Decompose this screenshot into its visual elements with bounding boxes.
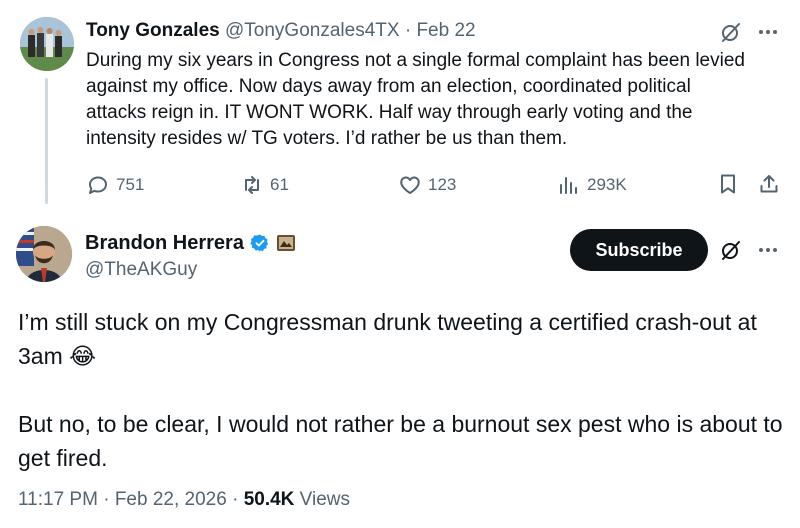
parent-tweet-header: Tony Gonzales @TonyGonzales4TX · Feb 22 (86, 19, 476, 43)
thread-line (45, 78, 48, 204)
author-handle[interactable]: @TonyGonzales4TX (225, 20, 400, 41)
grok-icon[interactable] (719, 20, 743, 44)
avatar[interactable] (16, 226, 72, 282)
reply-button[interactable]: 751 (86, 173, 144, 197)
repost-button[interactable]: 61 (240, 173, 289, 197)
views-button[interactable]: 293K (557, 173, 627, 197)
like-count: 123 (428, 175, 457, 194)
more-icon[interactable] (755, 20, 781, 44)
view-count: 50.4K (243, 489, 295, 510)
like-button[interactable]: 123 (398, 173, 456, 197)
tweet-date[interactable]: Feb 22, 2026 (115, 489, 227, 510)
tweet-date[interactable]: Feb 22 (416, 20, 475, 41)
repost-count: 61 (270, 175, 289, 194)
tweet-meta: 11:17 PM · Feb 22, 2026 · 50.4K Views (18, 487, 350, 513)
tweet-text: I’m still stuck on my Congressman drunk … (18, 305, 788, 509)
author-name[interactable]: Tony Gonzales (86, 20, 220, 41)
author-name-row: Brandon Herrera (85, 231, 296, 255)
bookmark-icon[interactable] (716, 172, 740, 196)
tweet-paragraph: But no, to be clear, I would not rather … (18, 411, 783, 471)
verified-badge-icon[interactable] (250, 233, 270, 253)
separator-dot: · (103, 489, 110, 510)
views-icon (560, 177, 577, 194)
author-handle[interactable]: @TheAKGuy (85, 258, 197, 282)
reply-icon (89, 176, 107, 194)
separator-dot: · (232, 489, 239, 510)
more-icon[interactable] (755, 238, 781, 262)
tweet-paragraph: I’m still stuck on my Congressman drunk … (18, 309, 757, 369)
avatar[interactable] (20, 17, 74, 71)
tweet-time[interactable]: 11:17 PM (18, 489, 98, 510)
affiliate-badge-icon[interactable] (276, 233, 296, 253)
author-name[interactable]: Brandon Herrera (85, 231, 244, 255)
view-count: 293K (587, 175, 627, 194)
share-icon[interactable] (757, 172, 781, 196)
grok-icon[interactable] (719, 238, 743, 262)
separator-dot: · (404, 20, 412, 41)
parent-tweet-text: During my six years in Congress not a si… (86, 50, 745, 149)
reply-count: 751 (116, 175, 145, 194)
subscribe-button[interactable]: Subscribe (570, 229, 708, 271)
repost-icon (245, 176, 259, 194)
like-icon (400, 176, 420, 194)
views-label: Views (299, 489, 351, 510)
